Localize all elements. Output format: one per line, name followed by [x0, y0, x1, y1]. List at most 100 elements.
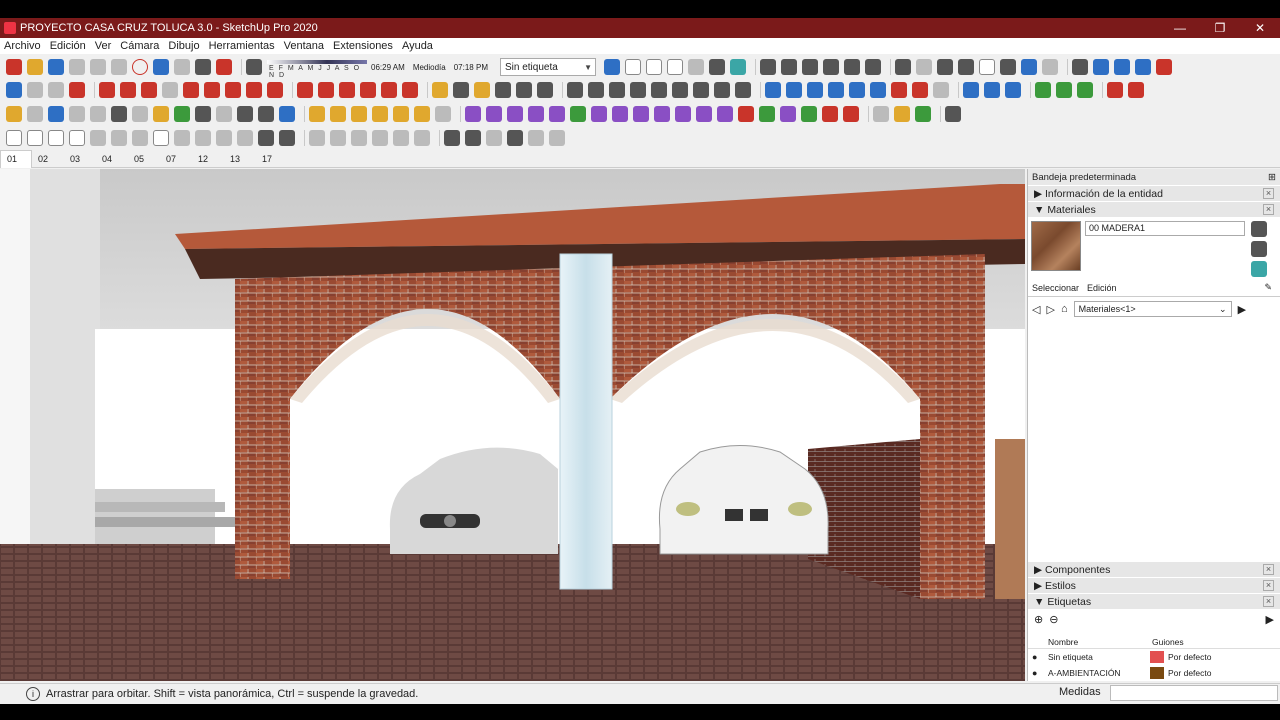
panel-entity-info[interactable]: ▶ Información de la entidad × [1028, 185, 1280, 201]
shadow-month-slider[interactable]: E F M A M J J A S O N D [267, 60, 367, 79]
panel-tags[interactable]: ▼ Etiquetas × [1028, 593, 1280, 609]
house4-icon[interactable] [999, 59, 1016, 75]
circle-icon[interactable] [183, 82, 199, 98]
tab-seleccionar[interactable]: Seleccionar [1032, 283, 1079, 293]
open-folder-icon[interactable] [27, 59, 43, 75]
scene-tab[interactable]: 13 [224, 154, 256, 164]
monochrome-icon[interactable] [729, 59, 746, 75]
tag-row[interactable]: ● Sin etiqueta Por defecto [1028, 649, 1280, 665]
grid-icon[interactable] [1128, 82, 1144, 98]
back-edges-icon[interactable] [624, 59, 641, 75]
close-icon[interactable]: × [1263, 564, 1274, 575]
remove-tag-icon[interactable]: ⊖ [1049, 613, 1058, 626]
menu-archivo[interactable]: Archivo [4, 40, 41, 52]
previous-view-icon[interactable] [672, 82, 688, 98]
tag-row[interactable]: ● A-AMBIENTACIÓN Por defecto [1028, 665, 1280, 681]
ext-w-icon[interactable] [894, 106, 910, 122]
freehand-icon[interactable] [120, 82, 136, 98]
tool-e-icon[interactable] [174, 130, 190, 146]
component-icon[interactable] [27, 82, 43, 98]
text-icon[interactable] [495, 82, 511, 98]
tool-j-icon[interactable] [279, 130, 295, 146]
eraser-icon[interactable] [48, 82, 64, 98]
curve-j-icon[interactable] [654, 106, 670, 122]
details-arrow-icon[interactable]: ▶ [1238, 303, 1246, 316]
ext-t-icon[interactable] [414, 106, 430, 122]
solid-trim-icon[interactable] [807, 82, 823, 98]
look-around-icon[interactable] [714, 82, 730, 98]
scene-tab[interactable]: 12 [192, 154, 224, 164]
layer3-icon[interactable] [1077, 82, 1093, 98]
tool-g-icon[interactable] [216, 130, 232, 146]
close-icon[interactable]: × [1263, 580, 1274, 591]
menu-ayuda[interactable]: Ayuda [402, 40, 433, 52]
ext-j-icon[interactable] [195, 106, 211, 122]
material-collection-select[interactable]: Materiales<1> ⌄ [1073, 301, 1232, 317]
pie-icon[interactable] [267, 82, 283, 98]
tool-l-icon[interactable] [330, 130, 346, 146]
ext-s-icon[interactable] [393, 106, 409, 122]
menu-edicion[interactable]: Edición [50, 40, 86, 52]
curve-i-icon[interactable] [633, 106, 649, 122]
tool-n-icon[interactable] [372, 130, 388, 146]
curve-g-icon[interactable] [591, 106, 607, 122]
tab-edicion[interactable]: Edición [1087, 283, 1117, 293]
eye-icon[interactable]: ● [1032, 668, 1042, 678]
gear-icon[interactable] [1107, 82, 1123, 98]
scene-tab[interactable]: 17 [256, 154, 288, 164]
tool-v-icon[interactable] [549, 130, 565, 146]
details-arrow-icon[interactable]: ▶ [1266, 613, 1274, 626]
curve-m-icon[interactable] [717, 106, 733, 122]
menu-ventana[interactable]: Ventana [284, 40, 324, 52]
curve-p-icon[interactable] [780, 106, 796, 122]
ext-c-icon[interactable] [48, 106, 64, 122]
ext-r-icon[interactable] [372, 106, 388, 122]
ext-i-icon[interactable] [174, 106, 190, 122]
ext-v-icon[interactable] [873, 106, 889, 122]
ext-k-icon[interactable] [216, 106, 232, 122]
maximize-button[interactable]: ❐ [1200, 18, 1240, 38]
follow-me-icon[interactable] [360, 82, 376, 98]
scene-tab[interactable]: 04 [96, 154, 128, 164]
curve-n-icon[interactable] [738, 106, 754, 122]
left-view-icon[interactable] [864, 59, 881, 75]
create-material-icon[interactable] [1251, 241, 1267, 257]
tool-k-icon[interactable] [309, 130, 325, 146]
ext-l-icon[interactable] [237, 106, 253, 122]
rectangle-icon[interactable] [141, 82, 157, 98]
solid-union-icon[interactable] [765, 82, 781, 98]
tag-color-swatch[interactable] [1150, 667, 1164, 679]
tool-f-icon[interactable] [195, 130, 211, 146]
ext-o-icon[interactable] [309, 106, 325, 122]
ext-x-icon[interactable] [915, 106, 931, 122]
polygon-icon[interactable] [204, 82, 220, 98]
tape-measure-icon[interactable] [432, 82, 448, 98]
material-list[interactable] [1028, 321, 1280, 561]
undo-icon[interactable] [153, 59, 169, 75]
close-icon[interactable]: × [1263, 204, 1274, 215]
close-icon[interactable]: × [1263, 188, 1274, 199]
ext-q-icon[interactable] [351, 106, 367, 122]
curve-l-icon[interactable] [696, 106, 712, 122]
axes-icon[interactable] [516, 82, 532, 98]
extension2-icon[interactable] [963, 82, 979, 98]
curve-b-icon[interactable] [486, 106, 502, 122]
ext-d-icon[interactable] [69, 106, 85, 122]
paint-bucket-icon[interactable] [69, 82, 85, 98]
section-cut-icon[interactable] [1113, 59, 1130, 75]
arc2-icon[interactable] [246, 82, 262, 98]
orbit-icon[interactable] [567, 82, 583, 98]
sandbox3-icon[interactable] [933, 82, 949, 98]
eye-icon[interactable]: ● [1032, 652, 1042, 662]
layer-icon[interactable] [1035, 82, 1051, 98]
house3-icon[interactable] [978, 59, 995, 75]
shadow-settings[interactable]: E F M A M J J A S O N D 06:29 AM Mediodí… [267, 60, 492, 79]
copy-icon[interactable] [90, 59, 106, 75]
info-icon[interactable]: i [26, 686, 40, 701]
column-guiones[interactable]: Guiones [1152, 637, 1184, 647]
cut-icon[interactable] [69, 59, 85, 75]
curve-r-icon[interactable] [822, 106, 838, 122]
curve-k-icon[interactable] [675, 106, 691, 122]
scale-icon[interactable] [381, 82, 397, 98]
right-view-icon[interactable] [822, 59, 839, 75]
